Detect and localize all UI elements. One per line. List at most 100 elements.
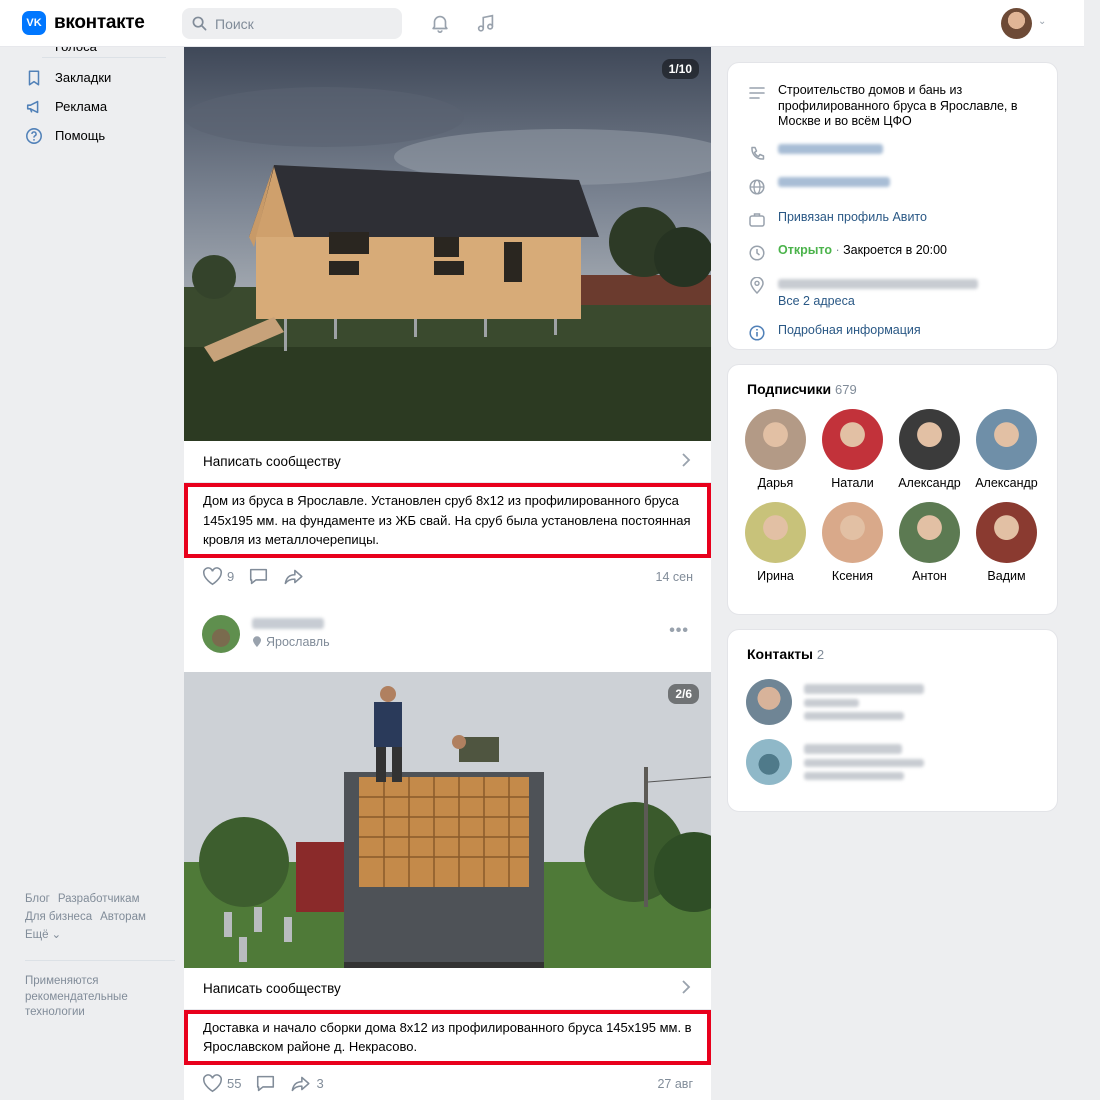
subscriber-item[interactable]: Вадим [968,502,1045,583]
search-input[interactable] [215,15,395,32]
phone-icon [748,145,766,163]
subscriber-name: Вадим [987,569,1026,583]
info-website[interactable] [728,163,1057,196]
subscriber-avatar [822,409,883,470]
subscriber-item[interactable]: Ирина [737,502,814,583]
vk-logo[interactable]: VK вконтакте [22,11,145,35]
write-to-community-label: Написать сообществу [203,980,341,996]
text-lines-icon [748,84,766,102]
like-button[interactable]: 55 [202,1074,241,1093]
comment-button[interactable] [248,567,269,586]
photo-counter: 2/6 [668,683,699,704]
share-button[interactable]: 3 [290,1074,324,1093]
footer-more[interactable]: Ещё ⌄ [25,926,175,944]
like-button[interactable]: 9 [202,567,234,586]
subscriber-item[interactable]: Александр [968,409,1045,490]
post-date[interactable]: 27 авг [657,1077,693,1091]
info-description: Строительство домов и бань из профилиров… [728,63,1057,130]
footer-link-dev[interactable]: Разработчикам [58,893,140,905]
search-icon [192,16,207,31]
author-name-blurred[interactable] [252,618,324,629]
location-pin-icon [748,277,766,295]
phone-blurred [778,143,883,154]
more-options-icon[interactable]: ••• [669,622,689,640]
subscriber-item[interactable]: Александр [891,409,968,490]
comment-icon [257,1075,275,1092]
subscriber-avatar [899,409,960,470]
subscriber-item[interactable]: Ксения [814,502,891,583]
bell-icon[interactable] [428,11,452,35]
subscriber-name: Антон [912,569,947,583]
subscribers-title[interactable]: Подписчики 679 [728,365,1057,397]
subscriber-item[interactable]: Антон [891,502,968,583]
post-actions: 55 3 27 авг [184,1065,711,1100]
subscriber-item[interactable]: Натали [814,409,891,490]
post-card: 1/10 Написать сообществу Дом из бруса в … [184,47,711,596]
write-to-community-row[interactable]: Написать сообществу [184,968,711,1010]
help-icon [24,126,44,146]
subscriber-avatar [822,502,883,563]
chevron-right-icon [681,979,691,997]
feed-column: 1/10 Написать сообществу Дом из бруса в … [184,47,711,1100]
subscriber-name: Натали [831,476,874,490]
info-avito[interactable]: Привязан профиль Авито [728,196,1057,229]
nav-item-bookmarks[interactable]: Закладки [24,63,174,92]
footer-link-business[interactable]: Для бизнеса [25,911,92,923]
heart-icon [203,1074,222,1093]
subscriber-avatar [745,409,806,470]
comment-button[interactable] [255,1074,276,1093]
post-text: Дом из бруса в Ярославле. Установлен сру… [184,483,711,558]
contact-details-blurred [804,679,924,725]
community-info-card: Строительство домов и бань из профилиров… [727,62,1058,350]
subscriber-name: Ксения [831,569,874,583]
truck-photo-illustration [184,671,711,968]
subscriber-item[interactable]: Дарья [737,409,814,490]
contact-item[interactable] [728,672,1057,732]
info-address[interactable]: Все 2 адреса [728,262,1057,310]
footer-link-authors[interactable]: Авторам [100,911,146,923]
nav-item-ads[interactable]: Реклама [24,92,174,121]
globe-icon [748,178,766,196]
nav-label: Реклама [55,99,108,114]
post-photo[interactable]: 2/6 [184,671,711,968]
top-header: VK вконтакте ⌄ [0,0,1084,47]
nav-label: Помощь [55,128,106,143]
music-icon[interactable] [474,11,498,35]
heart-icon [203,567,222,586]
post-date[interactable]: 14 сен [656,570,693,584]
open-status: Открыто [778,242,833,257]
footer-note[interactable]: Применяются рекомендательные технологии [25,974,155,1021]
left-footer-links: Блог Разработчикам Для бизнеса Авторам Ещё… [25,890,175,944]
user-avatar[interactable] [1001,8,1032,39]
photo-counter: 1/10 [661,59,699,79]
footer-link-blog[interactable]: Блог [25,893,50,905]
clock-icon [748,244,766,262]
search-box[interactable] [182,8,402,39]
vk-logo-text: вконтакте [54,12,145,33]
post-photo[interactable]: 1/10 [184,47,711,441]
info-hours[interactable]: Открыто · Закроется в 20:00 [728,229,1057,262]
write-to-community-row[interactable]: Написать сообществу [184,441,711,483]
chevron-down-icon[interactable]: ⌄ [1038,16,1046,27]
contact-item[interactable] [728,732,1057,792]
briefcase-icon [748,211,766,229]
info-icon [748,324,766,342]
share-count: 3 [316,1076,324,1091]
nav-item-help[interactable]: Помощь [24,121,174,150]
share-button[interactable] [283,567,305,586]
share-icon [292,1076,311,1092]
info-more[interactable]: Подробная информация [728,309,1057,342]
contacts-title[interactable]: Контакты 2 [728,630,1057,672]
closes-at: Закроется в 20:00 [843,242,948,257]
footer-divider [25,960,175,961]
subscriber-avatar [899,502,960,563]
subscriber-name: Александр [975,476,1038,490]
subscriber-name: Ирина [757,569,794,583]
subscriber-avatar [745,502,806,563]
all-addresses-link[interactable]: Все 2 адреса [778,294,978,310]
chevron-right-icon [681,453,691,470]
post-actions: 9 14 сен [184,558,711,596]
info-phone[interactable] [728,130,1057,163]
contact-avatar [746,739,792,785]
author-avatar[interactable] [202,614,240,653]
